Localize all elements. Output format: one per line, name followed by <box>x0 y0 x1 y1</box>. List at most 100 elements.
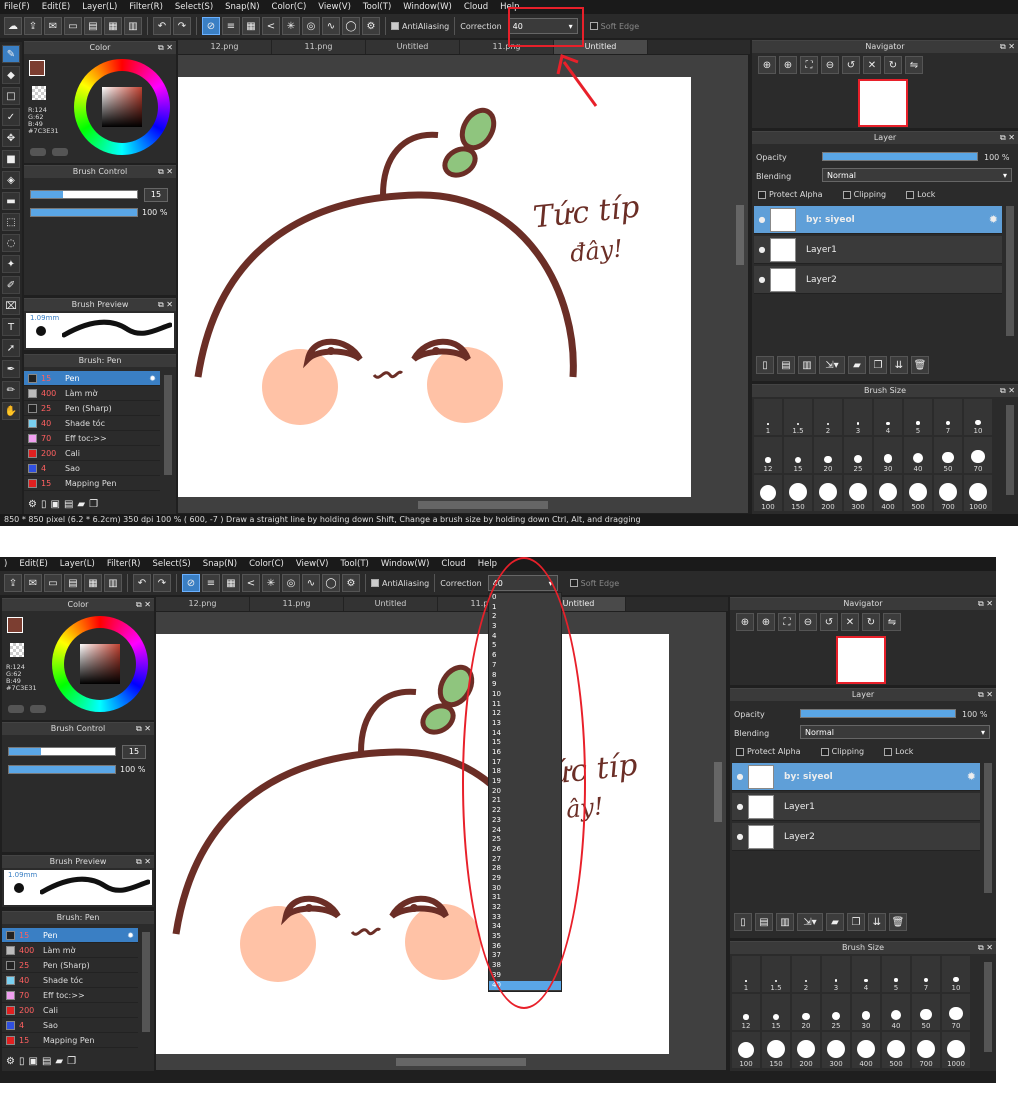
brush-size-option[interactable]: 1 <box>732 956 760 992</box>
brush-size-option[interactable]: 10 <box>942 956 970 992</box>
antialiasing-checkbox[interactable]: AntiAliasing <box>371 579 429 588</box>
checkbox-unchecked[interactable] <box>569 579 578 587</box>
panel-close-icon[interactable]: ⧉ ✕ <box>1000 132 1015 144</box>
select-rect-icon[interactable]: ⬚ <box>2 213 20 231</box>
transparent-swatch[interactable] <box>32 86 46 100</box>
foreground-color-swatch[interactable] <box>29 60 45 76</box>
brush-size-option[interactable]: 1.5 <box>784 399 812 435</box>
brush-size-option[interactable]: 200 <box>814 475 842 511</box>
panel-close-icon[interactable]: ⧉ ✕ <box>158 42 173 54</box>
merge-icon[interactable]: ⇊ <box>868 913 886 931</box>
menu-item[interactable]: Edit(E) <box>19 559 47 569</box>
trash-icon[interactable]: 🗑 <box>911 356 929 374</box>
brush-tool-icon[interactable]: ✎ <box>2 45 20 63</box>
panel-close-icon[interactable]: ⧉ ✕ <box>1000 41 1015 53</box>
brush-size-option[interactable]: 15 <box>784 437 812 473</box>
folder-icon[interactable]: ▰ <box>55 1056 63 1067</box>
brush-size-option[interactable]: 30 <box>874 437 902 473</box>
hand-tool-icon[interactable]: ✋ <box>2 402 20 420</box>
menu-item[interactable]: File(F) <box>4 2 30 12</box>
fit-icon[interactable]: ⛶ <box>800 56 818 74</box>
drawing-paper[interactable]: Tức típ đây! <box>178 77 691 497</box>
brush-size-option[interactable]: 40 <box>882 994 910 1030</box>
menu-item[interactable]: Filter(R) <box>129 2 163 12</box>
horizontal-scrollbar[interactable] <box>418 501 548 509</box>
add-layer-menu-icon[interactable]: ⇲▾ <box>819 356 845 374</box>
snap-ellipse-icon[interactable]: ◯ <box>322 574 340 592</box>
brush-size-option[interactable]: 50 <box>912 994 940 1030</box>
blending-select[interactable]: Normal ▾ <box>822 168 1012 182</box>
brush-size-option[interactable]: 7 <box>912 956 940 992</box>
brush-size-option[interactable]: 20 <box>814 437 842 473</box>
brush-list-item[interactable]: 4 Sao <box>2 1018 138 1033</box>
duplicate-icon[interactable]: ❐ <box>89 499 98 510</box>
brush-list-item[interactable]: 400 Làm mờ <box>2 943 138 958</box>
folder-icon[interactable]: ▰ <box>848 356 866 374</box>
snap-radial-icon[interactable]: ✳ <box>282 17 300 35</box>
brush-list-item[interactable]: 4 Sao <box>24 461 160 476</box>
grid-icon[interactable]: ▦ <box>84 574 102 592</box>
brush-size-slider[interactable] <box>8 747 116 756</box>
checkbox-checked[interactable] <box>391 22 399 30</box>
copy-layer-icon[interactable]: ❐ <box>869 356 887 374</box>
brush-list-item[interactable]: 25 Pen (Sharp) <box>24 401 160 416</box>
saturation-square[interactable] <box>102 87 142 127</box>
brush-list-scrollbar[interactable] <box>142 932 150 1032</box>
palette-button[interactable] <box>8 705 24 713</box>
checkbox-checked[interactable] <box>371 579 379 587</box>
soft-edge-checkbox[interactable]: Soft Edge <box>589 22 639 31</box>
snap-vanish-icon[interactable]: < <box>242 574 260 592</box>
layer-row[interactable]: ● Layer1 <box>732 793 980 821</box>
brush-size-option[interactable]: 1.5 <box>762 956 790 992</box>
protect-alpha-checkbox[interactable]: Protect Alpha <box>736 747 801 756</box>
snap-circle-icon[interactable]: ◎ <box>302 17 320 35</box>
brush-size-scrollbar[interactable] <box>984 962 992 1052</box>
snap-ellipse-icon[interactable]: ◯ <box>342 17 360 35</box>
saturation-square[interactable] <box>80 644 120 684</box>
gradient-tool-icon[interactable]: ▬ <box>2 192 20 210</box>
rotate-right-icon[interactable]: ↻ <box>884 56 902 74</box>
menu-item[interactable]: Cloud <box>441 559 465 569</box>
new-layer-8bit-icon[interactable]: ▤ <box>755 913 773 931</box>
lock-checkbox[interactable]: Lock <box>884 747 913 756</box>
share-icon[interactable]: ⇪ <box>4 574 22 592</box>
page-icon[interactable]: ▤ <box>84 17 102 35</box>
brush-size-option[interactable]: 400 <box>852 1032 880 1068</box>
brush-size-option[interactable]: 100 <box>732 1032 760 1068</box>
brush-list-item[interactable]: 70 Eff toc:>> <box>2 988 138 1003</box>
vertical-scrollbar[interactable] <box>736 205 744 265</box>
copy-brush-icon[interactable]: ▣ <box>50 499 59 510</box>
brush-size-option[interactable]: 15 <box>762 994 790 1030</box>
magic-wand-icon[interactable]: ✦ <box>2 255 20 273</box>
menu-item[interactable]: Window(W) <box>403 2 452 12</box>
brush-size-option[interactable]: 5 <box>904 399 932 435</box>
menu-item[interactable]: Layer(L) <box>82 2 117 12</box>
brush-size-option[interactable]: 300 <box>844 475 872 511</box>
vertical-scrollbar[interactable] <box>714 762 722 822</box>
dot-tool-icon[interactable]: □ <box>2 87 20 105</box>
document-tab[interactable]: Untitled <box>366 40 460 54</box>
brush-size-option[interactable]: 300 <box>822 1032 850 1068</box>
brush-size-option[interactable]: 4 <box>852 956 880 992</box>
brush-size-option[interactable]: 1 <box>754 399 782 435</box>
palette-button[interactable] <box>30 148 46 156</box>
navigator-thumbnail[interactable] <box>836 636 886 684</box>
layer-opacity-slider[interactable] <box>822 152 978 161</box>
visibility-icon[interactable]: ● <box>754 245 770 254</box>
doc-icon[interactable]: ▤ <box>64 499 73 510</box>
menu-item[interactable]: Select(S) <box>175 2 213 12</box>
visibility-icon[interactable]: ● <box>732 772 748 781</box>
brush-size-option[interactable]: 40 <box>904 437 932 473</box>
snap-circle-icon[interactable]: ◎ <box>282 574 300 592</box>
brush-size-option[interactable]: 10 <box>964 399 992 435</box>
drawing-paper[interactable]: ức típ ây! <box>156 634 669 1054</box>
snap-vanish-icon[interactable]: < <box>262 17 280 35</box>
brush-opacity-slider[interactable] <box>8 765 116 774</box>
duplicate-icon[interactable]: ❐ <box>67 1056 76 1067</box>
panel-close-icon[interactable]: ⧉ ✕ <box>136 856 151 868</box>
select-eraser-icon[interactable]: ⌧ <box>2 297 20 315</box>
visibility-icon[interactable]: ● <box>732 832 748 841</box>
share-icon[interactable]: ⇪ <box>24 17 42 35</box>
layer-opacity-slider[interactable] <box>800 709 956 718</box>
comment-icon[interactable]: ▭ <box>64 17 82 35</box>
